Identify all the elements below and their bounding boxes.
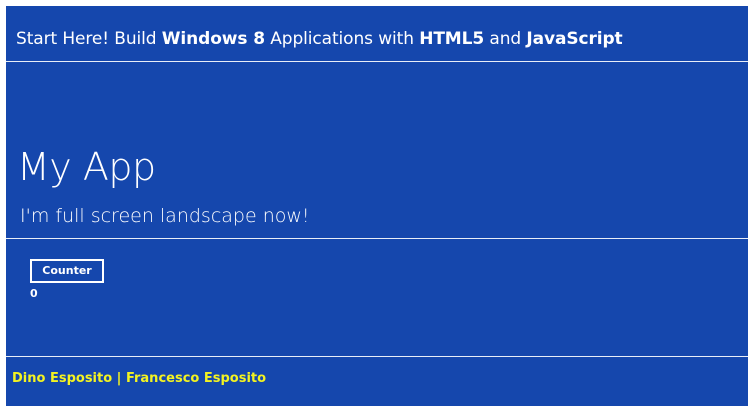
book-title-part-2: Applications with (264, 29, 420, 49)
content-divider (6, 238, 748, 239)
counter-button[interactable]: Counter (30, 259, 104, 283)
counter-value: 0 (30, 287, 38, 300)
book-title-html5: HTML5 (419, 29, 485, 49)
book-title-part-3: and (484, 29, 527, 49)
footer-divider (6, 356, 748, 357)
book-title-javascript: JavaScript (526, 29, 623, 49)
book-title-windows8: Windows 8 (161, 29, 265, 49)
book-title: Start Here! Build Windows 8 Applications… (16, 29, 623, 49)
book-title-part-1: Start Here! Build (16, 29, 162, 49)
header-banner: Start Here! Build Windows 8 Applications… (6, 6, 748, 62)
page-subtitle: I'm full screen landscape now! (20, 205, 310, 227)
page-title: My App (17, 145, 156, 189)
app-window: Start Here! Build Windows 8 Applications… (6, 6, 748, 406)
footer-authors: Dino Esposito | Francesco Esposito (12, 371, 267, 386)
